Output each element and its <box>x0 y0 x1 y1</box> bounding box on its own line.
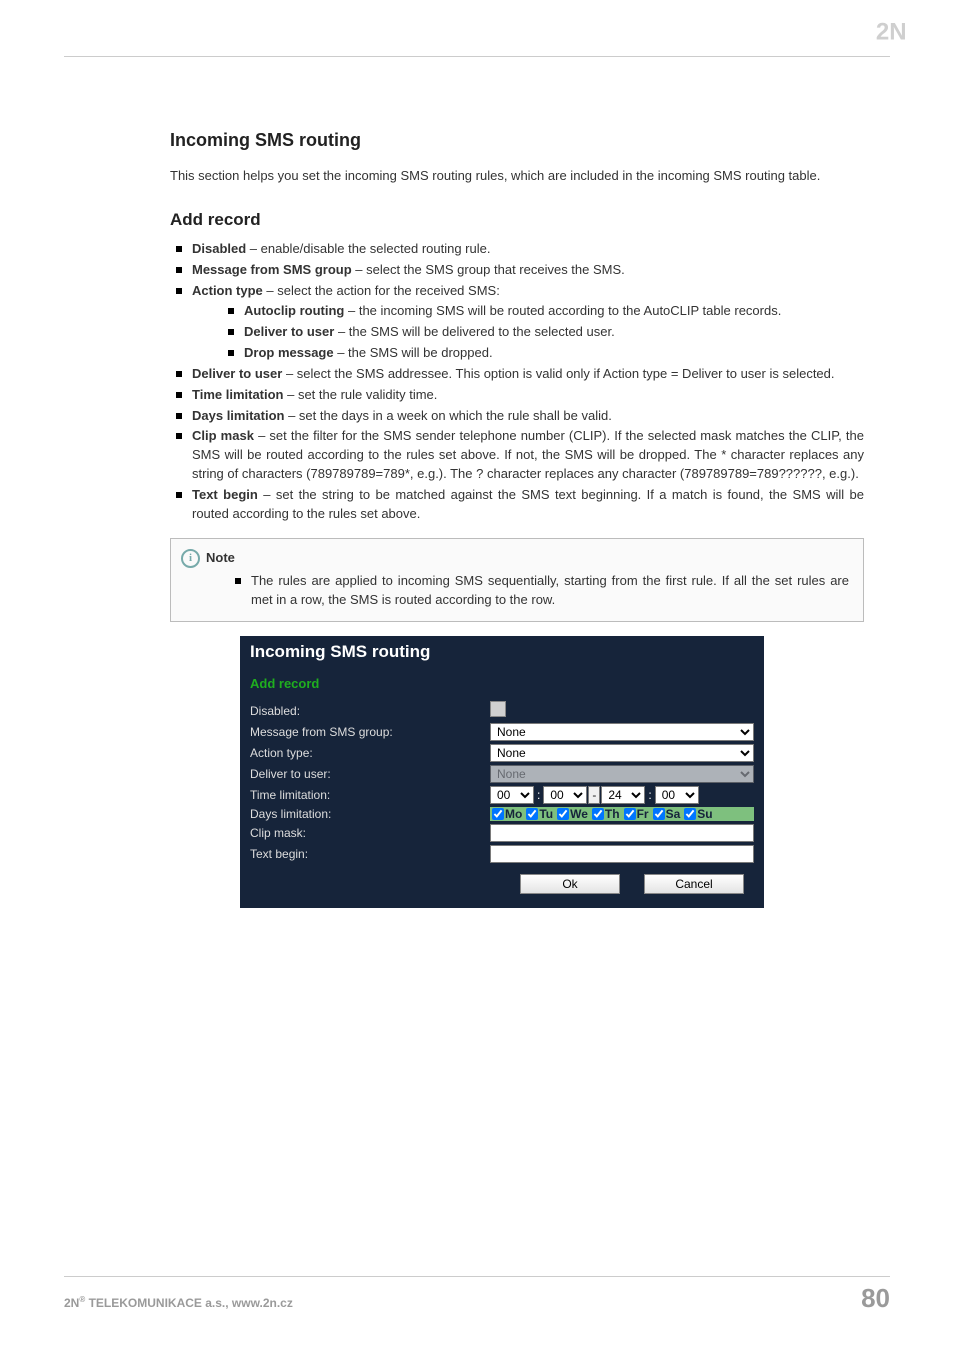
label-text-begin: Text begin: <box>250 847 490 861</box>
subsection-title: Add record <box>170 210 864 230</box>
dialog-subtitle: Add record <box>240 668 764 701</box>
label-disabled: Disabled: <box>250 704 490 718</box>
select-deliver: None <box>490 765 754 783</box>
input-clip-mask[interactable] <box>490 824 754 842</box>
day-su: Su <box>697 807 712 821</box>
footer-text: 2N® TELEKOMUNIKACE a.s., www.2n.cz <box>64 1295 293 1310</box>
intro-paragraph: This section helps you set the incoming … <box>170 167 864 186</box>
label-days-lim: Days limitation: <box>250 807 490 821</box>
bullet-list: Disabled – enable/disable the selected r… <box>170 240 864 524</box>
checkbox-day-tu[interactable] <box>526 808 538 820</box>
checkbox-day-we[interactable] <box>557 808 569 820</box>
ok-button[interactable]: Ok <box>520 874 620 894</box>
checkbox-day-su[interactable] <box>684 808 696 820</box>
day-we: We <box>570 807 588 821</box>
checkbox-day-mo[interactable] <box>492 808 504 820</box>
note-text: The rules are applied to incoming SMS se… <box>229 572 849 610</box>
select-time-m2[interactable]: 00 <box>655 786 699 804</box>
day-tu: Tu <box>539 807 553 821</box>
days-row: Mo Tu We Th Fr Sa Su <box>490 807 754 821</box>
dialog-screenshot: Incoming SMS routing Add record Disabled… <box>240 636 764 908</box>
day-mo: Mo <box>505 807 522 821</box>
bullet-deliver-to-user: Deliver to user – the SMS will be delive… <box>222 323 864 342</box>
label-action-type: Action type: <box>250 746 490 760</box>
bullet-text-begin: Text begin – set the string to be matche… <box>170 486 864 524</box>
info-icon: i <box>181 549 200 568</box>
label-deliver: Deliver to user: <box>250 767 490 781</box>
checkbox-day-fr[interactable] <box>624 808 636 820</box>
bullet-deliver-user: Deliver to user – select the SMS address… <box>170 365 864 384</box>
label-clip: Clip mask: <box>250 826 490 840</box>
note-title: Note <box>206 549 235 568</box>
bullet-autoclip: Autoclip routing – the incoming SMS will… <box>222 302 864 321</box>
input-text-begin[interactable] <box>490 845 754 863</box>
page-number: 80 <box>861 1283 890 1314</box>
note-box: i Note The rules are applied to incoming… <box>170 538 864 623</box>
svg-text:2N: 2N <box>876 19 907 46</box>
bullet-disabled: Disabled – enable/disable the selected r… <box>170 240 864 259</box>
day-sa: Sa <box>666 807 681 821</box>
bullet-drop-message: Drop message – the SMS will be dropped. <box>222 344 864 363</box>
cancel-button[interactable]: Cancel <box>644 874 744 894</box>
bullet-msg-group: Message from SMS group – select the SMS … <box>170 261 864 280</box>
section-title: Incoming SMS routing <box>170 130 864 151</box>
day-th: Th <box>605 807 620 821</box>
bullet-time-limitation: Time limitation – set the rule validity … <box>170 386 864 405</box>
checkbox-day-sa[interactable] <box>653 808 665 820</box>
time-colon-1: : <box>535 788 542 802</box>
time-colon-2: : <box>646 788 653 802</box>
bullet-days-limitation: Days limitation – set the days in a week… <box>170 407 864 426</box>
checkbox-disabled[interactable] <box>490 701 506 717</box>
select-time-h1[interactable]: 00 <box>490 786 534 804</box>
time-dash: - <box>588 786 600 804</box>
label-msg-group: Message from SMS group: <box>250 725 490 739</box>
header-rule <box>64 56 890 57</box>
select-msg-group[interactable]: None <box>490 723 754 741</box>
brand-logo: 2N <box>874 16 922 48</box>
select-action-type[interactable]: None <box>490 744 754 762</box>
select-time-h2[interactable]: 24 <box>601 786 645 804</box>
label-time-lim: Time limitation: <box>250 788 490 802</box>
dialog-title: Incoming SMS routing <box>240 636 764 668</box>
bullet-clip-mask: Clip mask – set the filter for the SMS s… <box>170 427 864 484</box>
bullet-action-type: Action type – select the action for the … <box>170 282 864 363</box>
checkbox-day-th[interactable] <box>592 808 604 820</box>
day-fr: Fr <box>637 807 649 821</box>
select-time-m1[interactable]: 00 <box>543 786 587 804</box>
